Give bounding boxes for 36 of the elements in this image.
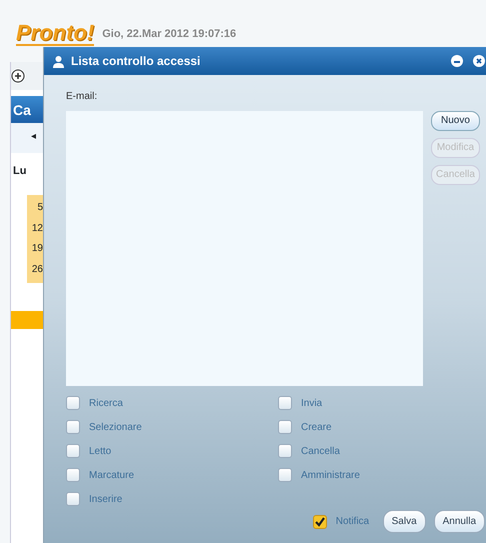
checkbox[interactable] [278, 468, 292, 482]
date-time: Gio, 22.Mar 2012 19:07:16 [102, 26, 236, 42]
checkbox[interactable] [312, 514, 327, 528]
checkbox-label: Creare [301, 420, 332, 434]
calendar-date[interactable]: 19 [27, 239, 43, 260]
calendar-date[interactable]: 26 [27, 260, 43, 280]
checkbox-label: Ricerca [89, 396, 123, 410]
checkbox-label: Invia [301, 396, 322, 410]
day-header: Lu [12, 164, 28, 179]
checkbox[interactable] [66, 492, 80, 506]
checkbox[interactable] [66, 420, 80, 434]
checkbox-label: Inserire [89, 492, 122, 506]
previous-arrow[interactable]: ◂ [31, 131, 36, 142]
checkbox-label: Marcature [89, 468, 134, 482]
checkbox-label: Notifica [336, 515, 370, 529]
checkbox-label: Letto [89, 444, 112, 458]
calendar-date[interactable]: 5 [27, 198, 43, 218]
dialog-button[interactable]: Annulla [434, 510, 485, 533]
checkbox[interactable] [278, 444, 292, 458]
checkbox-label: Selezionare [89, 420, 142, 434]
checkbox[interactable] [66, 468, 80, 482]
checkbox[interactable] [66, 396, 80, 410]
window-title: Lista controllo accessi [71, 53, 202, 70]
minimize-icon[interactable] [451, 55, 463, 67]
calendar-date[interactable]: 12 [27, 218, 43, 239]
checkbox[interactable] [66, 444, 80, 458]
checkbox-label: Amministrare [301, 468, 360, 482]
checkbox[interactable] [278, 396, 292, 410]
action-button[interactable]: Nuovo [431, 111, 480, 131]
add-icon[interactable] [11, 69, 25, 83]
checkbox-label: Cancella [301, 444, 340, 458]
checkbox[interactable] [278, 420, 292, 434]
email-label: E-mail: [66, 90, 98, 104]
user-icon [52, 54, 65, 68]
dialog-button[interactable]: Salva [382, 510, 426, 533]
close-icon[interactable] [473, 55, 485, 67]
